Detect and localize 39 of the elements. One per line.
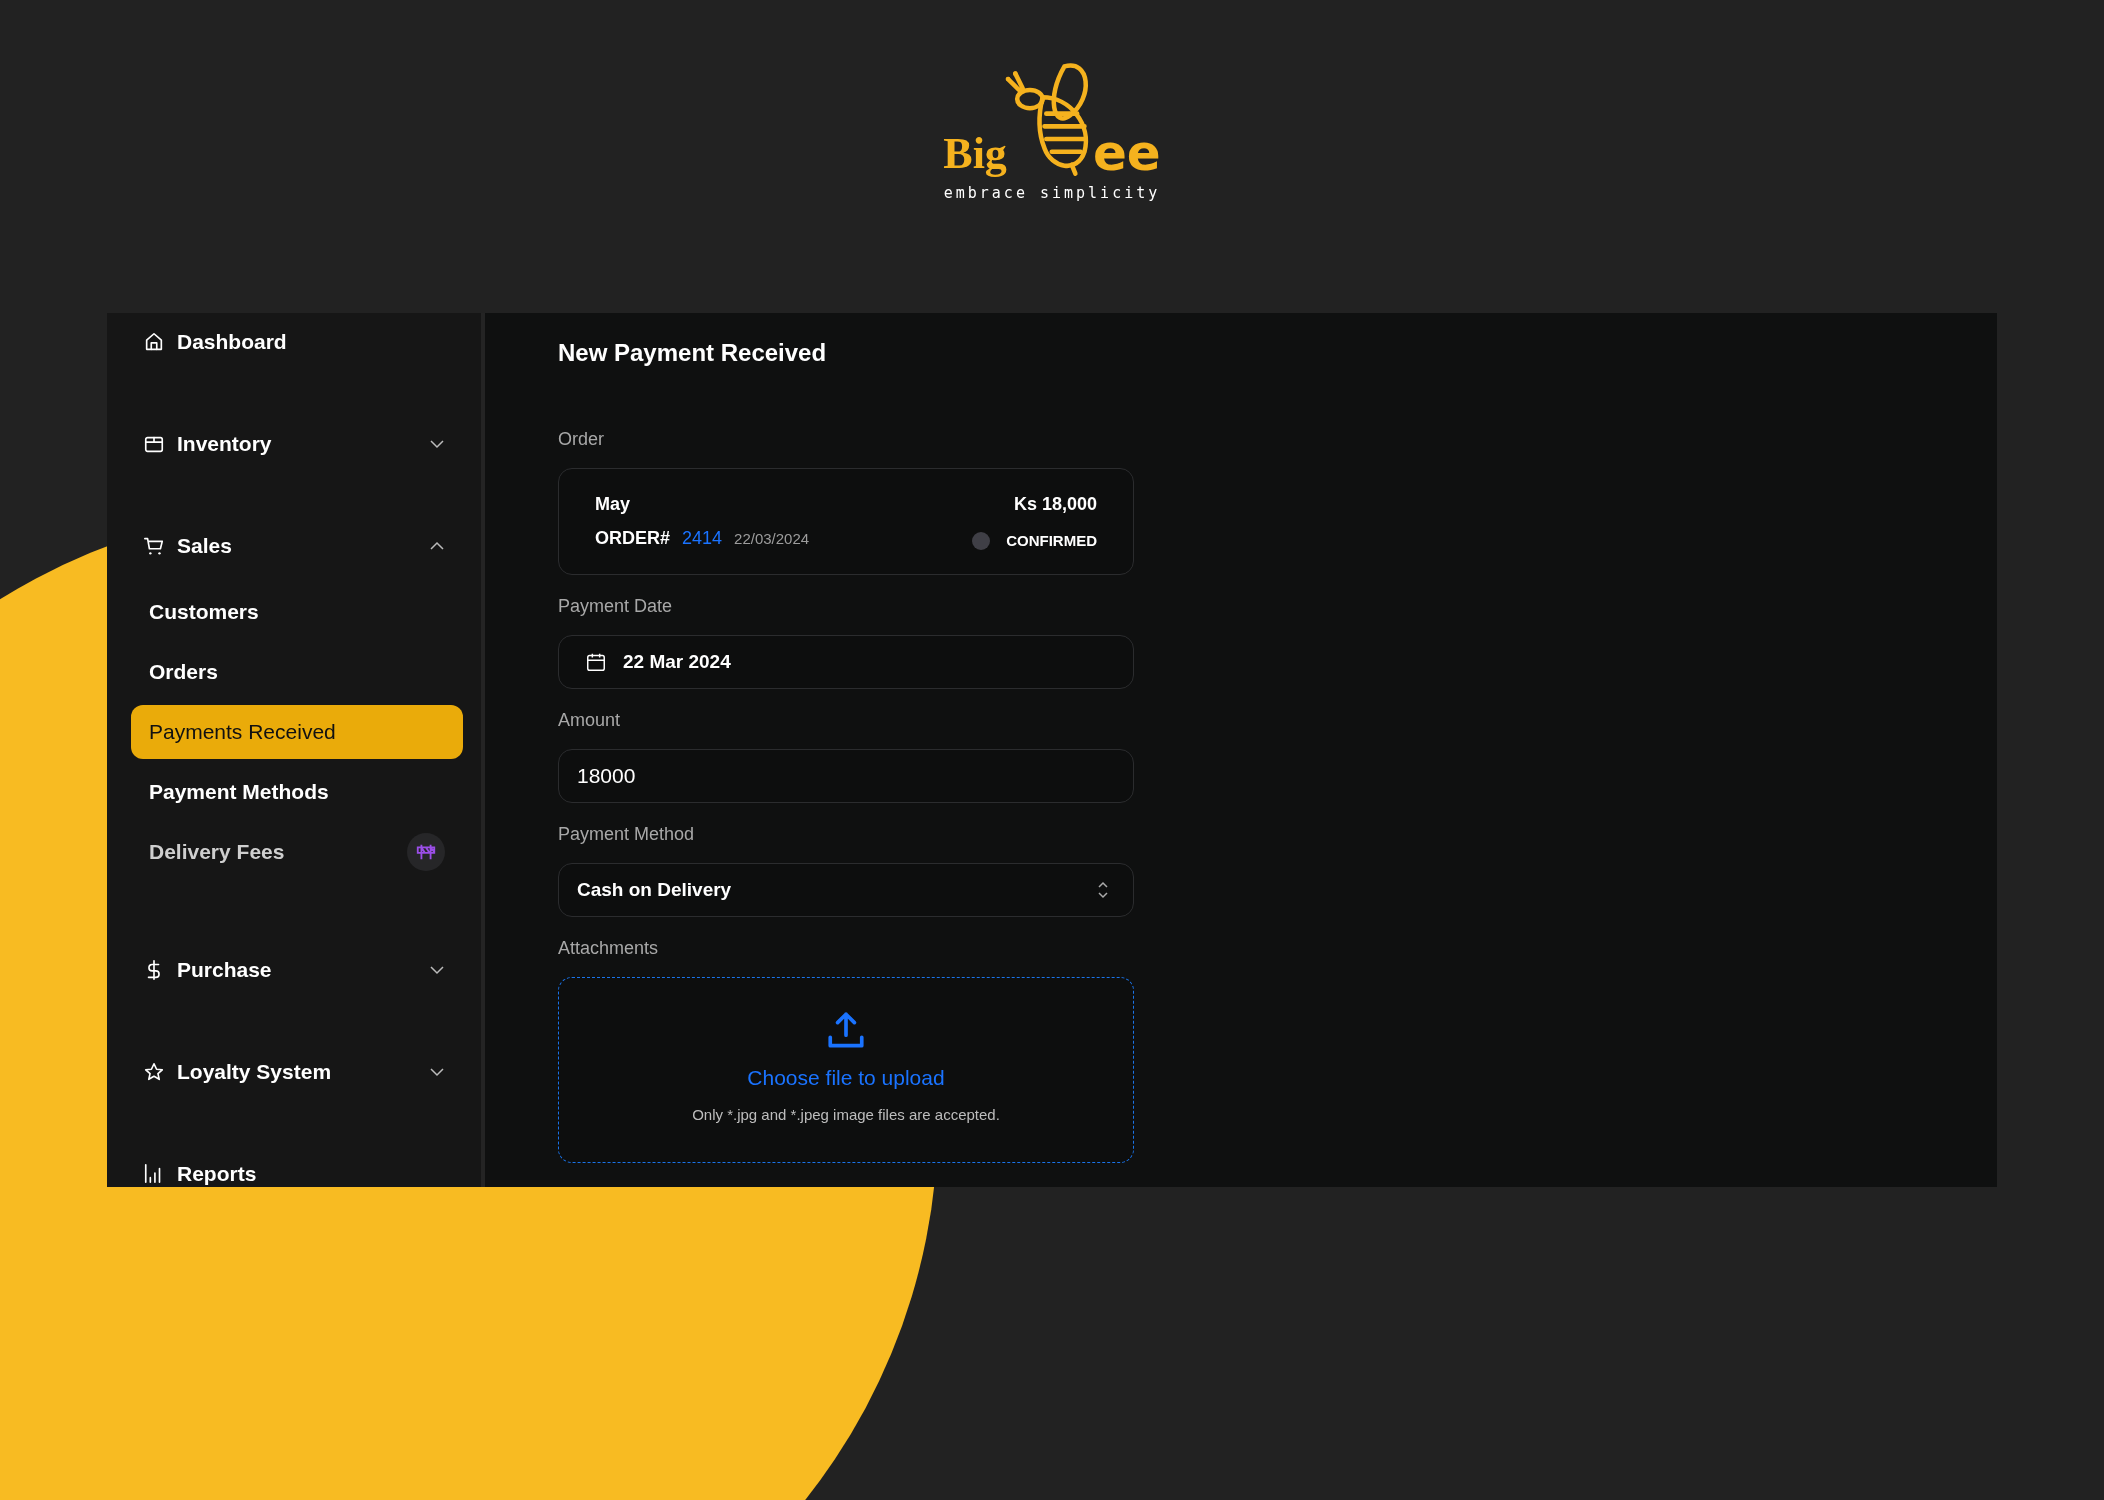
logo-text: Big <box>943 132 1007 176</box>
page-title: New Payment Received <box>558 338 828 368</box>
customer-name: May <box>595 493 631 516</box>
cart-icon <box>143 535 165 557</box>
sidebar-item[interactable]: Dashboard <box>107 327 481 357</box>
payment-method-select[interactable]: Cash on Delivery <box>558 863 1134 917</box>
status-text: CONFIRMED <box>1006 530 1097 551</box>
upload-hint: Only *.jpg and *.jpeg image files are accepted. <box>692 1104 1000 1125</box>
order-card[interactable]: May ORDER# 2414 22/03/2024 Ks 18,000 CONFIRMED <box>558 468 1134 575</box>
sidebar-subitem[interactable]: Customers <box>131 585 463 639</box>
order-total: Ks 18,000 <box>1013 493 1097 516</box>
home-icon <box>143 331 165 353</box>
calendar-icon <box>585 651 607 673</box>
status-dot <box>972 531 991 550</box>
order-number-link[interactable]: 2414 <box>682 525 723 552</box>
field-label: Attachments <box>558 937 660 959</box>
barrier-icon <box>407 833 445 871</box>
sidebar-item[interactable]: Purchase <box>107 955 481 985</box>
sidebar-item[interactable]: Inventory <box>107 429 481 459</box>
sidebar-subitem[interactable]: Orders <box>131 645 463 699</box>
field-label: Payment Method <box>558 823 696 845</box>
logo-tagline: embrace simplicity <box>943 183 1161 204</box>
order-date: 22/03/2024 <box>734 529 810 549</box>
upload-dropzone[interactable]: Choose file to upload Only *.jpg and *.jpeg image files are accepted. <box>558 977 1134 1163</box>
sidebar-item[interactable]: Loyalty System <box>107 1057 481 1087</box>
date-field[interactable]: 22 Mar 2024 <box>558 635 1134 689</box>
logo-text: ee <box>1092 128 1161 178</box>
amount-field[interactable]: 18000 <box>558 749 1134 803</box>
star-icon <box>143 1061 165 1083</box>
sidebar-item[interactable]: Reports <box>107 1159 481 1187</box>
field-label: Order <box>558 428 605 450</box>
sidebar-item[interactable]: Sales <box>107 531 481 561</box>
field-label: Amount <box>558 709 622 731</box>
order-label: ORDER# <box>595 527 670 550</box>
updown-chevron-icon <box>1097 880 1109 900</box>
upload-link[interactable]: Choose file to upload <box>747 1062 945 1094</box>
field-label: Payment Date <box>558 595 674 617</box>
sidebar-subitem[interactable]: Payments Received <box>131 705 463 759</box>
sidebar-subitem[interactable]: Payment Methods <box>131 765 463 819</box>
